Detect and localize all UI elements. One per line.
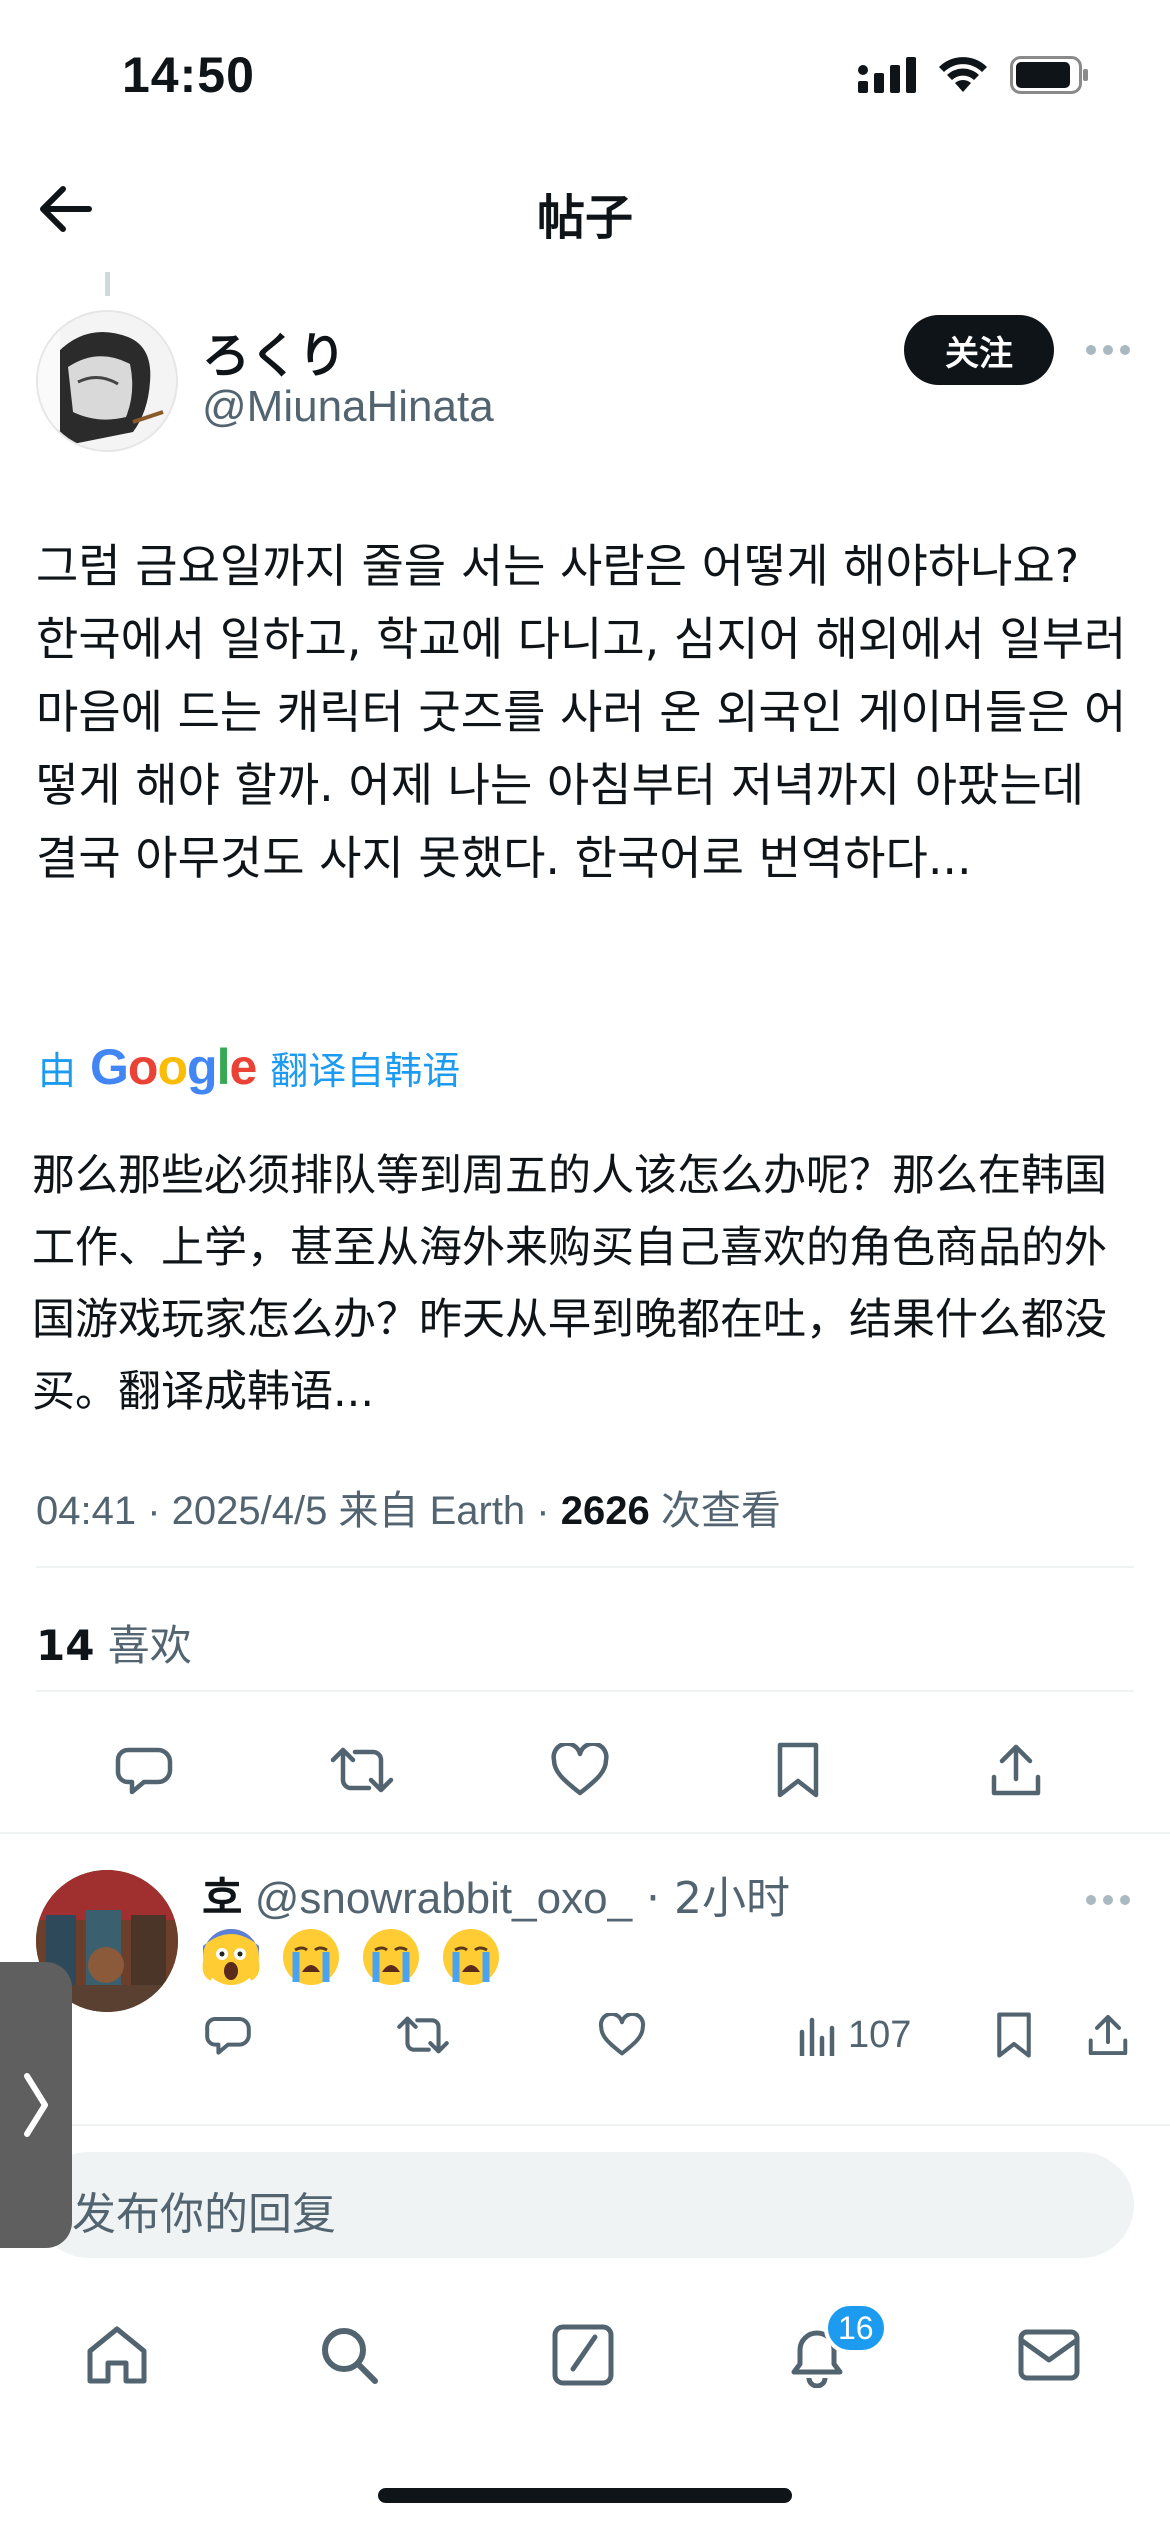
reply-bookmark-button[interactable] [996,2000,1032,2070]
reply-share-button[interactable] [1086,2000,1130,2070]
thread-line [105,272,110,296]
more-dots-icon [1086,345,1130,355]
divider [0,2124,1170,2126]
translation-attribution[interactable]: 由 Google 翻译自韩语 [38,1038,460,1096]
post-meta: 04:41 · 2025/4/5 来自 Earth · 2626 次查看 [36,1478,781,1536]
heart-icon [551,1743,609,1796]
chevron-right-icon [24,2073,48,2137]
more-dots-icon [1086,1895,1130,1905]
divider [36,1566,1134,1568]
reply-reply-button[interactable] [204,2000,252,2070]
cellular-signal-icon [858,57,916,93]
home-icon [87,2326,147,2384]
loudly-crying-face-icon [443,1929,499,1985]
repost-button[interactable] [322,1730,402,1810]
author-name[interactable]: ろくり [202,316,346,386]
heart-icon [598,2013,646,2056]
like-button[interactable] [540,1730,620,1810]
status-time: 14:50 [122,47,255,103]
repost-icon [397,2016,449,2054]
reply-composer-input[interactable]: 发布你的回复 [36,2152,1134,2258]
reply-button[interactable] [104,1730,184,1810]
reply-time: · 2小时 [632,1873,790,1924]
post-action-bar [0,1730,1170,1810]
notification-badge: 16 [824,2302,888,2354]
reply-repost-button[interactable] [396,2000,450,2070]
status-bar: 14:50 [0,0,1170,150]
battery-icon [1010,56,1088,94]
tab-search[interactable] [304,2310,394,2400]
loudly-crying-face-icon [283,1929,339,1985]
share-icon [1088,2014,1128,2056]
bottom-tab-bar [0,2300,1170,2410]
google-logo: Google [90,1039,257,1095]
translated-text: 那么那些必须排队等到周五的人该怎么办呢？那么在韩国工作、上学，甚至从海外来购买自… [32,1151,1107,1417]
share-icon [991,1744,1041,1796]
composer-placeholder: 发布你的回复 [72,2189,336,2240]
likes-count: 14 [36,1621,95,1670]
reply-author-name[interactable]: 호 [202,1873,242,1924]
post-more-button[interactable] [1080,330,1136,370]
bookmark-button[interactable] [758,1730,838,1810]
tab-messages[interactable] [1004,2310,1094,2400]
bookmark-icon [997,2012,1031,2058]
repost-icon [330,1747,394,1793]
wifi-icon [939,57,987,92]
views-count: 2626 [560,1489,650,1533]
likes-summary[interactable]: 14 喜欢 [36,1612,192,1673]
views-label: 次查看 [649,1489,781,1533]
divider [0,1832,1170,1834]
likes-label: 喜欢 [94,1621,192,1670]
reply-views-button[interactable]: 107 [798,2000,911,2070]
nav-header: 帖子 [0,150,1170,265]
translate-prefix: 由 [38,1048,77,1093]
views-chart-icon [799,2017,835,2056]
messages-icon [1018,2329,1080,2381]
loudly-crying-face-icon [363,1929,419,1985]
divider [36,1690,1134,1692]
post-text: 그럼 금요일까지 줄을 서는 사람은 어떻게 해야하나요? 한국에서 일하고, … [36,539,1127,885]
status-icons [858,56,1090,94]
follow-button[interactable]: 关注 [904,315,1054,385]
reply-like-button[interactable] [598,2000,646,2070]
reply-more-button[interactable] [1080,1880,1136,1920]
reply-action-bar: 107 [0,2000,1170,2070]
reply-views-count: 107 [848,2013,912,2056]
home-indicator[interactable] [378,2488,792,2503]
compose-icon [552,2324,614,2386]
bookmark-icon [777,1742,819,1798]
page-title: 帖子 [536,190,633,246]
side-drawer-handle[interactable] [0,1962,72,2248]
share-button[interactable] [976,1730,1056,1810]
reply-icon [115,1747,173,1795]
reply-header: 호 @snowrabbit_oxo_ · 2小时 [202,1862,790,1926]
tab-home[interactable] [72,2310,162,2400]
screaming-face-icon [202,1929,260,1985]
tab-compose[interactable] [538,2310,628,2400]
author-avatar-image [38,312,176,450]
author-handle[interactable]: @MiunaHinata [202,382,494,432]
search-icon [322,2328,378,2384]
post-timestamp: 04:41 · 2025/4/5 来自 Earth · [36,1489,561,1533]
reply-text [202,1928,500,1986]
reply-icon [205,2017,251,2055]
translate-suffix: 翻译自韩语 [270,1048,461,1093]
author-avatar[interactable] [36,310,178,452]
reply-author-handle[interactable]: @snowrabbit_oxo_ [242,1874,632,1923]
